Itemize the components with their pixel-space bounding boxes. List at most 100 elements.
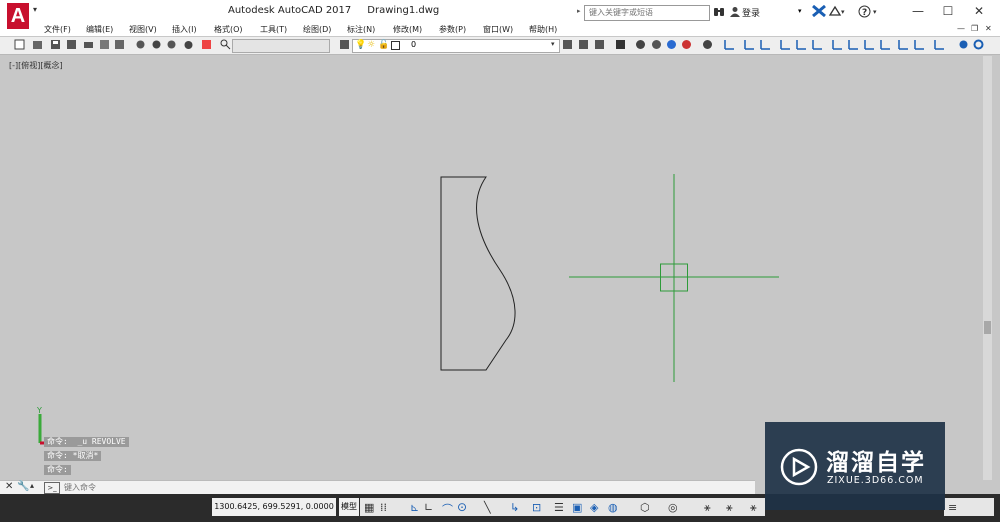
application-menu-button[interactable]: A <box>7 3 29 29</box>
menu-parameters[interactable]: 参数(P) <box>439 24 466 35</box>
properties-icon[interactable] <box>220 39 231 50</box>
saveas-icon[interactable] <box>66 39 77 50</box>
dim-quick-icon[interactable] <box>848 39 859 50</box>
dim-linear-icon[interactable] <box>724 39 735 50</box>
menu-help[interactable]: 帮助(H) <box>529 24 557 35</box>
close-command-icon[interactable]: ✕ <box>5 481 13 492</box>
sphere-red-icon[interactable] <box>681 39 692 50</box>
dim-continue-icon[interactable] <box>880 39 891 50</box>
coordinates-display[interactable]: 1300.6425, 699.5291, 0.0000 <box>212 498 336 516</box>
menu-window[interactable]: 窗口(W) <box>483 24 513 35</box>
model-space-button[interactable]: 模型 <box>339 498 359 516</box>
menu-draw[interactable]: 绘图(D) <box>303 24 331 35</box>
new-drawing-icon[interactable] <box>14 39 25 50</box>
menu-insert[interactable]: 插入(I) <box>172 24 197 35</box>
doc-restore-button[interactable]: ❐ <box>971 24 978 33</box>
svg-text:?: ? <box>862 8 867 18</box>
customize-wrench-icon[interactable]: 🔧 <box>17 481 29 492</box>
annotation-scale-icon[interactable]: ⚹ <box>704 501 711 515</box>
dim-aligned-icon[interactable] <box>744 39 755 50</box>
visual-style-icon[interactable] <box>702 39 713 50</box>
menu-edit[interactable]: 编辑(E) <box>86 24 113 35</box>
close-button[interactable]: ✕ <box>964 0 994 22</box>
open-icon[interactable] <box>32 39 43 50</box>
pan-icon[interactable] <box>201 39 212 50</box>
layer-dropdown[interactable]: 💡 ☼ 🔓 ▾ <box>352 39 560 53</box>
doc-close-button[interactable]: ✕ <box>985 24 992 33</box>
menu-format[interactable]: 格式(O) <box>214 24 243 35</box>
lineweight-icon[interactable]: ☰ <box>554 501 564 514</box>
layer-iso-icon[interactable] <box>594 39 605 50</box>
doc-minimize-button[interactable]: — <box>957 24 965 33</box>
dim-arc-icon[interactable] <box>760 39 771 50</box>
maximize-button[interactable]: ☐ <box>933 0 963 22</box>
paint-icon[interactable] <box>151 39 162 50</box>
auto-scale-icon[interactable]: ⚹ <box>750 501 757 515</box>
exchange-apps-icon[interactable] <box>812 5 826 17</box>
binoculars-icon[interactable] <box>713 6 725 17</box>
menu-dimension[interactable]: 标注(N) <box>347 24 375 35</box>
selection-cycling-icon[interactable]: ◈ <box>590 501 598 514</box>
osnap-icon[interactable]: ⊙ <box>457 500 467 514</box>
tolerance-icon[interactable] <box>934 39 945 50</box>
menu-modify[interactable]: 修改(M) <box>393 24 422 35</box>
transparency-icon[interactable]: ▣ <box>572 501 582 514</box>
dim-break-icon[interactable] <box>914 39 925 50</box>
recent-commands-icon[interactable]: ▴ <box>30 481 34 490</box>
dim-ordinate-icon[interactable] <box>780 39 791 50</box>
dim-angular-icon[interactable] <box>832 39 843 50</box>
quick-access-dropdown-icon[interactable]: ▾ <box>33 5 37 14</box>
command-prompt-icon[interactable]: >_ <box>44 482 60 494</box>
render-icon[interactable] <box>615 39 626 50</box>
search-input[interactable] <box>585 6 699 18</box>
dim-space-icon[interactable] <box>898 39 909 50</box>
publish-icon[interactable] <box>114 39 125 50</box>
drawing-canvas[interactable]: Y <box>0 56 983 480</box>
vertical-scrollbar[interactable] <box>983 56 992 480</box>
dim-radius-icon[interactable] <box>796 39 807 50</box>
search-box[interactable] <box>584 5 710 21</box>
customization-icon[interactable]: ≡ <box>948 501 957 514</box>
polar-icon[interactable]: ⌒ <box>442 501 453 517</box>
annotation-visibility-icon[interactable]: ⚹ <box>726 501 733 515</box>
grid-icon[interactable]: ▦ <box>364 501 374 514</box>
layer-manager-icon[interactable] <box>339 39 350 50</box>
sphere-blue-icon[interactable] <box>666 39 677 50</box>
ortho-icon[interactable]: ∟ <box>424 501 433 514</box>
dim-diameter-icon[interactable] <box>812 39 823 50</box>
dim-baseline-icon[interactable] <box>864 39 875 50</box>
a360-icon[interactable]: ▾ <box>829 5 847 17</box>
help-icon[interactable]: ? ▾ <box>858 5 882 18</box>
preview-icon[interactable] <box>99 39 110 50</box>
user-icon[interactable] <box>730 6 740 17</box>
sphere-icon-2[interactable] <box>651 39 662 50</box>
brush-icon[interactable] <box>166 39 177 50</box>
minimize-button[interactable]: — <box>903 0 933 22</box>
3dosnap-icon[interactable]: ◍ <box>608 501 618 514</box>
menu-view[interactable]: 视图(V) <box>129 24 157 35</box>
drop-icon[interactable] <box>183 39 194 50</box>
dyn-icon[interactable]: ⊡ <box>532 501 541 514</box>
steering-icon[interactable] <box>973 39 984 50</box>
match-icon[interactable] <box>135 39 146 50</box>
infer-icon[interactable]: ⊾ <box>410 501 419 514</box>
search-dropdown-icon[interactable]: ▸ <box>577 7 581 15</box>
layer-state-icon[interactable] <box>578 39 589 50</box>
gizmo-icon[interactable]: ⬡ <box>640 501 650 514</box>
layer-prev-icon[interactable] <box>562 39 573 50</box>
workspace-dropdown[interactable] <box>232 39 330 53</box>
print-icon[interactable] <box>83 39 94 50</box>
ducs-icon[interactable]: ↳ <box>510 501 519 514</box>
orbit-icon[interactable] <box>958 39 969 50</box>
otrack-icon[interactable]: ╲ <box>484 501 491 514</box>
command-input[interactable] <box>64 481 364 493</box>
login-label[interactable]: 登录 <box>742 6 760 19</box>
save-icon[interactable] <box>50 39 61 50</box>
login-dropdown-icon[interactable]: ▾ <box>798 7 802 15</box>
snap-icon[interactable]: ⁞⁞ <box>380 501 387 514</box>
menu-tools[interactable]: 工具(T) <box>260 24 287 35</box>
sphere-icon-1[interactable] <box>635 39 646 50</box>
menu-file[interactable]: 文件(F) <box>44 24 71 35</box>
annotation-monitor-icon[interactable]: ◎ <box>668 501 678 514</box>
vertical-scrollbar-thumb[interactable] <box>984 321 991 334</box>
